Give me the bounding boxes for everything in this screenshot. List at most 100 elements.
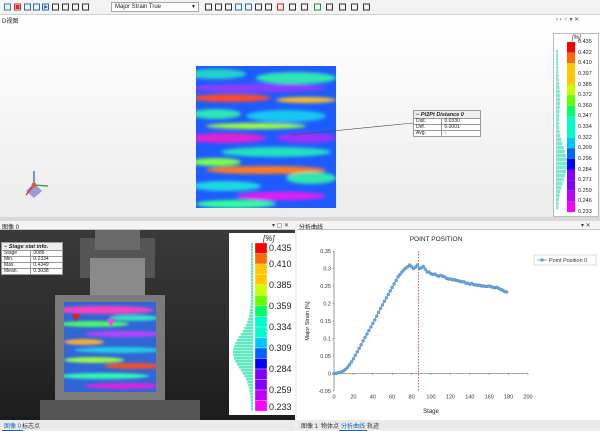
left-tab-bar: 图像 0 标志点: [0, 420, 295, 431]
chart-title: POINT POSITION: [410, 236, 463, 243]
data-point: [367, 328, 371, 333]
colorbar-tick-label: 0.410: [578, 60, 592, 67]
y-tick-label: 0.25: [320, 284, 331, 290]
colorbar-tick-label: 0.233: [578, 209, 592, 215]
view-3d-title: D视图: [2, 19, 19, 25]
series-line: [334, 264, 507, 374]
zoom-icon[interactable]: [254, 2, 263, 12]
colorbar-tick-label: 0.397: [578, 70, 592, 77]
fit-icon[interactable]: [244, 2, 253, 12]
prev-frame-icon[interactable]: [23, 2, 32, 12]
save-icon[interactable]: [51, 2, 60, 12]
display-icon[interactable]: [300, 2, 309, 12]
x-tick-label: 120: [446, 395, 455, 401]
variable-dropdown-value: Major Strain True: [115, 4, 162, 10]
y-tick-label: 0.2: [323, 302, 331, 308]
compare-icon[interactable]: [362, 2, 371, 12]
data-point: [378, 306, 383, 311]
measure-icon[interactable]: [288, 2, 297, 12]
camera-panel-controls[interactable]: ▾ ▢ ✕: [272, 222, 289, 229]
rotate-icon[interactable]: [224, 2, 233, 12]
chevron-down-icon: ▼: [191, 4, 196, 10]
colorbar-tick-label: 0.359: [269, 301, 292, 311]
colorbar-tick-label: 0.422: [578, 49, 592, 56]
record-icon[interactable]: [3, 2, 12, 12]
data-point: [357, 346, 361, 351]
colorbar-tick-label: 0.246: [578, 198, 592, 205]
view-3d-controls[interactable]: ‹ › ♂ ▾ ✕: [556, 16, 579, 23]
data-point: [384, 296, 389, 300]
next-frame-icon[interactable]: [32, 2, 41, 12]
axes-triad-icon: [25, 171, 49, 198]
colorbar-tick-label: 0.284: [578, 166, 592, 173]
view-icon[interactable]: [325, 2, 334, 12]
y-tick-label: -0.05: [318, 389, 331, 395]
right-tab-bar: 图像 1 物体点 分析曲线 轨迹: [297, 420, 600, 431]
data-point: [380, 303, 385, 307]
colorbar-tick-label: 0.435: [269, 243, 292, 253]
tab-object-points[interactable]: 物体点: [319, 421, 341, 430]
camera-image-panel[interactable]: − Stage stat info. Stage 0086 Min. 0.2334 …: [0, 230, 295, 420]
x-tick-label: 80: [409, 395, 415, 401]
stat-label: Mean.: [0, 268, 32, 275]
chart-panel-controls[interactable]: ▾ ✕: [581, 222, 591, 229]
view-3d-panel[interactable]: D视图 ‹ › ♂ ▾ ✕ − Pt2Pt Distance 0 Dist. 0…: [0, 15, 600, 217]
data-point: [415, 263, 420, 267]
p2p-label: Avg.: [412, 130, 443, 137]
x-tick-label: 180: [504, 395, 513, 401]
colorbar-tick-label: 0.435: [578, 39, 592, 45]
data-point: [353, 353, 358, 358]
play-icon[interactable]: [41, 2, 50, 12]
colorbar-tick-label: 0.385: [269, 280, 292, 290]
p2p-leader-line: [291, 122, 414, 136]
stage-stat-title: − Stage stat info.: [1, 242, 63, 250]
colorbar-unit: [%]: [263, 234, 275, 243]
point-icon[interactable]: [338, 2, 347, 12]
sync-icon[interactable]: [313, 2, 322, 12]
analysis-chart-panel[interactable]: POINT POSITION -0.05 0 0.05 0.1 0.15 0.2 0.25 0.…: [297, 230, 600, 420]
data-point: [423, 267, 427, 271]
stage-stat-table: Stage 0086 Min. 0.2334 Max. 0.4349 Mean. 0.3…: [0, 250, 63, 275]
legend-marker: [540, 258, 544, 262]
stop-icon[interactable]: [13, 2, 22, 12]
undo-icon[interactable]: [204, 2, 213, 12]
p2p-title: − Pt2Pt Distance 0: [413, 110, 481, 118]
colorbar-tick-label: 0.233: [269, 402, 292, 412]
layout-icon[interactable]: [81, 2, 90, 12]
colorbar-tick-label: 0.334: [269, 322, 292, 332]
data-point: [388, 289, 392, 293]
x-tick-label: 160: [485, 395, 494, 401]
p2p-value: -: [441, 130, 481, 137]
x-tick-label: 200: [523, 395, 532, 401]
redo-icon[interactable]: [214, 2, 223, 12]
point-position-chart[interactable]: POINT POSITION-0.0500.050.10.150.20.250.…: [297, 230, 600, 420]
grid-icon[interactable]: [71, 2, 80, 12]
colorbar-tick-label: 0.309: [269, 343, 292, 353]
tab-marker-points[interactable]: 标志点: [20, 421, 42, 430]
tab-image-1[interactable]: 图像 1: [299, 421, 320, 430]
scale-icon[interactable]: [350, 2, 359, 12]
data-point: [359, 343, 363, 347]
colorbar-tick-label: 0.334: [578, 124, 592, 130]
pan-icon[interactable]: [234, 2, 243, 12]
y-tick-label: 0.35: [320, 249, 331, 255]
stage-stat-box: − Stage stat info. Stage 0086 Min. 0.2334 …: [0, 242, 63, 275]
data-point: [349, 360, 354, 364]
data-point: [347, 363, 352, 367]
colorbar-tick-label: 0.372: [578, 92, 592, 99]
export-icon[interactable]: [61, 2, 70, 12]
colorbar-tick-label: 0.309: [578, 145, 592, 152]
legend-label: Point Position 0: [549, 258, 587, 264]
colorbar-tick-label: 0.271: [578, 177, 592, 184]
data-point: [361, 339, 365, 343]
delete-icon[interactable]: [276, 2, 285, 12]
colorbar-tick-label: 0.360: [578, 102, 592, 109]
colorbar-tick-label: 0.284: [269, 364, 292, 374]
p2p-distance-box[interactable]: − Pt2Pt Distance 0 Dist. 0.0330 Def. 0.000…: [412, 110, 481, 137]
tab-trajectory[interactable]: 轨迹: [365, 421, 381, 430]
shape-icon[interactable]: [264, 2, 273, 12]
variable-dropdown[interactable]: Major Strain True ▼: [111, 2, 199, 12]
y-tick-label: 0.15: [320, 319, 331, 325]
y-tick-label: 0.3: [323, 267, 331, 273]
data-point: [421, 264, 425, 269]
